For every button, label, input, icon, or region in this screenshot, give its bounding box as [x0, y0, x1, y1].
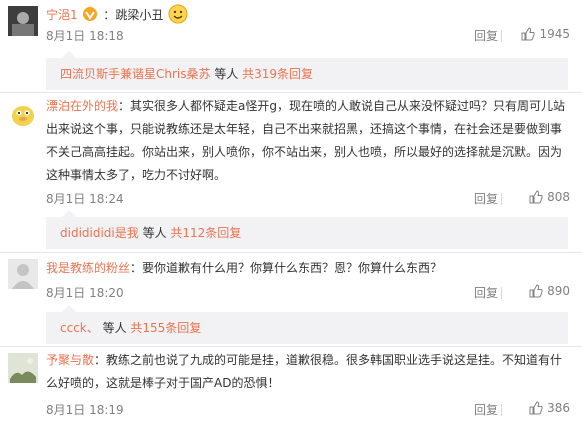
- comment-meta: 8月1日 18:18 回复 1945: [46, 27, 570, 47]
- sub-replies[interactable]: ccck、 等人 共155条回复: [46, 305, 568, 344]
- comment-time: 8月1日 18:20: [46, 286, 124, 300]
- divider: [0, 346, 582, 347]
- reply-button[interactable]: 回复: [474, 27, 498, 44]
- smiley-icon: [168, 4, 188, 24]
- sub-reply-count[interactable]: 共112条回复: [170, 226, 241, 240]
- sub-reply-count[interactable]: 共155条回复: [130, 321, 201, 335]
- comment-username[interactable]: 漂泊在外的我: [46, 99, 118, 113]
- comment-body: 我是教练的粉丝：要你道歉有什么用？你算什么东西？恩？你算什么东西？: [46, 257, 570, 280]
- comment-body: 予聚与散：教练之前也说了九成的可能是挂，道歉很稳。很多韩国职业选手说这是挂。不知…: [46, 349, 570, 395]
- avatar[interactable]: [8, 99, 38, 129]
- reply-button[interactable]: 回复: [474, 284, 498, 301]
- sub-reply-middle: 等人: [210, 67, 243, 81]
- sub-reply-users[interactable]: ccck、: [60, 321, 99, 335]
- sub-replies[interactable]: 四流贝斯手兼谐星Chris桑苏 等人 共319条回复: [46, 51, 568, 90]
- comment-username[interactable]: 我是教练的粉丝: [46, 261, 130, 275]
- meta-divider: [501, 404, 502, 416]
- comment-meta: 8月1日 18:20 回复 890: [46, 284, 570, 304]
- sub-replies[interactable]: dididididi是我 等人 共112条回复: [46, 210, 568, 249]
- comment-time: 8月1日 18:24: [46, 192, 124, 206]
- meta-divider: [501, 193, 502, 205]
- avatar[interactable]: [8, 6, 38, 36]
- reply-button[interactable]: 回复: [474, 401, 498, 418]
- like-button[interactable]: 890: [529, 284, 570, 298]
- comment-time: 8月1日 18:19: [46, 403, 124, 417]
- sub-reply-users[interactable]: dididididi是我: [60, 226, 139, 240]
- comment-time: 8月1日 18:18: [46, 29, 124, 43]
- like-button[interactable]: 1945: [521, 27, 570, 41]
- like-count: 1945: [539, 27, 570, 41]
- thumbs-up-icon: [529, 190, 543, 204]
- comment-text: ：要你道歉有什么用？你算什么东西？恩？你算什么东西？: [130, 261, 443, 275]
- comment-text: 跳梁小丑: [115, 8, 164, 22]
- sub-reply-count[interactable]: 共319条回复: [242, 67, 313, 81]
- meta-divider: [501, 30, 502, 42]
- reply-button[interactable]: 回复: [474, 190, 498, 207]
- comment-text: ：教练之前也说了九成的可能是挂，道歉很稳。很多韩国职业选手说这是挂。不知道有什么…: [46, 353, 563, 390]
- comment-body: 宁浥1 ：跳梁小丑: [46, 4, 570, 27]
- comment-text: ：其实很多人都怀疑走a怪开g，现在喷的人敢说自己从来没怀疑过吗？只有周可儿站出来…: [46, 99, 565, 182]
- like-button[interactable]: 386: [529, 401, 570, 415]
- comment-meta: 8月1日 18:24 回复 808: [46, 190, 570, 210]
- comment-username[interactable]: 予聚与散: [46, 353, 94, 367]
- comment-meta: 8月1日 18:19 回复 386: [46, 401, 570, 421]
- divider: [0, 92, 582, 93]
- like-count: 808: [547, 190, 570, 204]
- comment-body: 漂泊在外的我：其实很多人都怀疑走a怪开g，现在喷的人敢说自己从来没怀疑过吗？只有…: [46, 95, 570, 187]
- meta-divider: [501, 287, 502, 299]
- comment-username[interactable]: 宁浥1: [46, 8, 78, 22]
- comment-text-prefix: ：: [103, 8, 116, 22]
- avatar[interactable]: [8, 353, 38, 383]
- sub-reply-middle: 等人: [138, 226, 171, 240]
- like-count: 890: [547, 284, 570, 298]
- v-badge-icon: [82, 6, 98, 22]
- like-button[interactable]: 808: [529, 190, 570, 204]
- thumbs-up-icon: [521, 27, 536, 41]
- like-count: 386: [547, 401, 570, 415]
- sub-reply-users[interactable]: 四流贝斯手兼谐星Chris桑苏: [60, 67, 211, 81]
- thumbs-up-icon: [529, 284, 543, 298]
- sub-reply-middle: 等人: [98, 321, 131, 335]
- divider: [0, 252, 582, 253]
- avatar[interactable]: [8, 259, 38, 289]
- thumbs-up-icon: [529, 401, 543, 415]
